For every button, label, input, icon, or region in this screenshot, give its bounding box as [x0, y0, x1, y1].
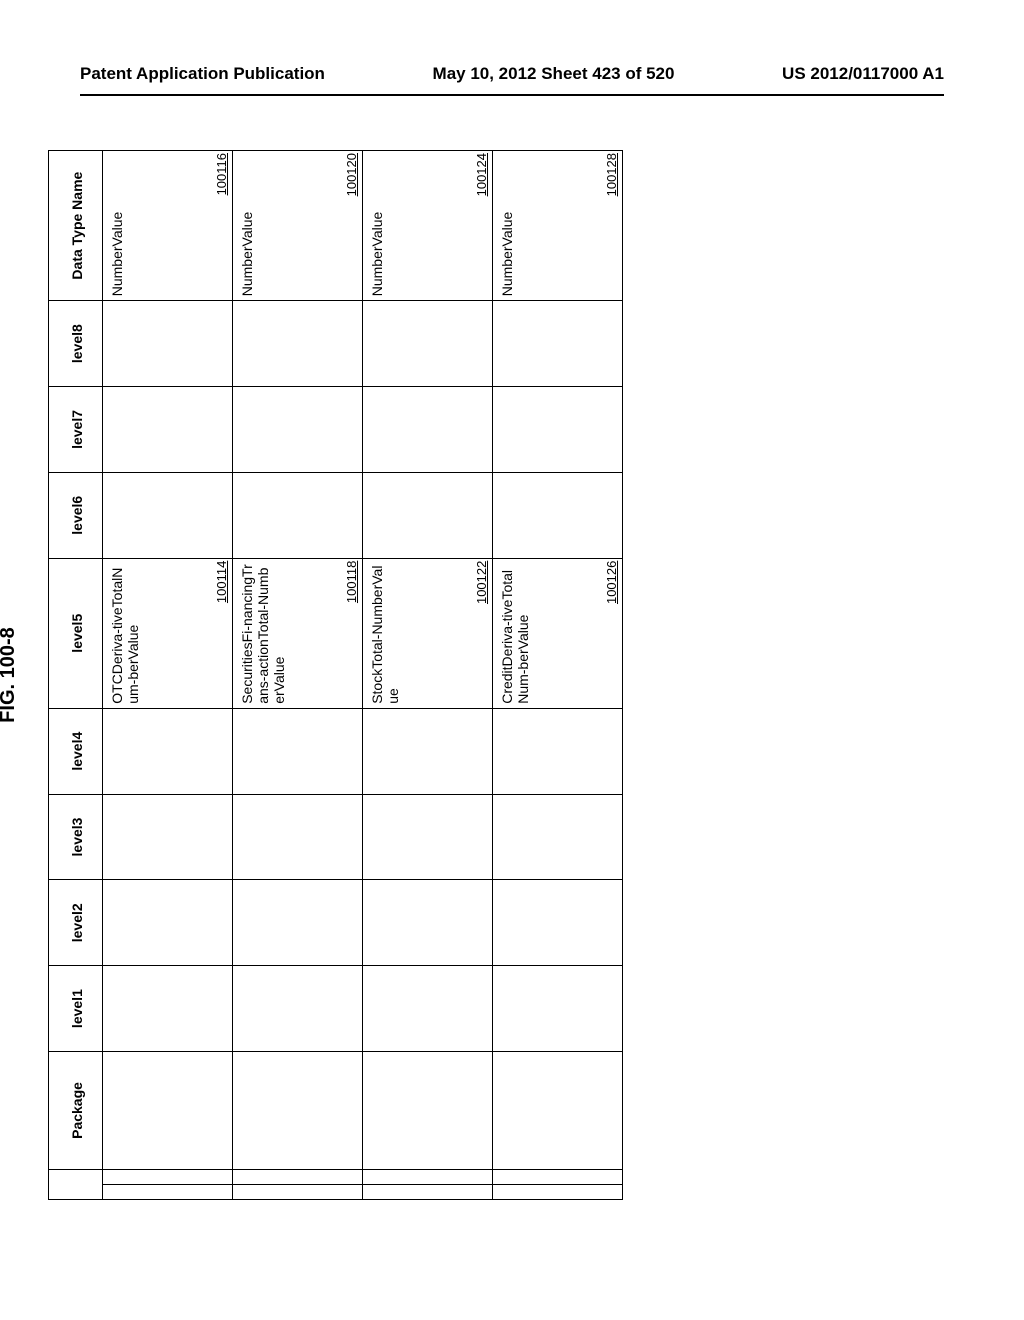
header-rule	[80, 94, 944, 96]
reference-number: 100120	[345, 153, 360, 196]
header-right: US 2012/0117000 A1	[782, 64, 944, 84]
narrow-cell	[233, 1169, 363, 1184]
cell-level1	[103, 966, 233, 1052]
data-table: Package level1 level2 level3 level4 leve…	[48, 150, 623, 1200]
cell-level7	[363, 387, 493, 473]
cell-level5: OTCDeriva-tiveTotalNum-berValue 100114	[103, 558, 233, 708]
cell-data-type: NumberValue 100120	[233, 151, 363, 301]
cell-level5: SecuritiesFi-nancingTrans-actionTotal-Nu…	[233, 558, 363, 708]
table-row: OTCDeriva-tiveTotalNum-berValue 100114 N…	[103, 151, 233, 1200]
narrow-cell	[363, 1169, 493, 1184]
reference-number: 100128	[605, 153, 620, 196]
cell-level4	[493, 708, 623, 794]
cell-level8	[103, 301, 233, 387]
col-level6: level6	[49, 472, 103, 558]
cell-package	[233, 1051, 363, 1169]
cell-level6	[363, 472, 493, 558]
cell-level6	[233, 472, 363, 558]
col-data-type: Data Type Name	[49, 151, 103, 301]
cell-level6	[493, 472, 623, 558]
cell-text: NumberValue	[499, 212, 515, 297]
col-package: Package	[49, 1051, 103, 1169]
reference-number: 100118	[345, 561, 360, 603]
cell-level3	[233, 794, 363, 880]
cell-level5: CreditDeriva-tiveTotalNum-berValue 10012…	[493, 558, 623, 708]
cell-text: NumberValue	[239, 212, 255, 297]
cell-data-type: NumberValue 100124	[363, 151, 493, 301]
cell-level2	[233, 880, 363, 966]
table-row: StockTotal-NumberValue 100122 NumberValu…	[363, 151, 493, 1200]
col-level7: level7	[49, 387, 103, 473]
reference-number: 100124	[475, 153, 490, 196]
cell-level6	[103, 472, 233, 558]
cell-level4	[363, 708, 493, 794]
cell-package	[493, 1051, 623, 1169]
narrow-cell	[233, 1184, 363, 1199]
cell-level1	[493, 966, 623, 1052]
table-row: SecuritiesFi-nancingTrans-actionTotal-Nu…	[233, 151, 363, 1200]
cell-level5: StockTotal-NumberValue 100122	[363, 558, 493, 708]
cell-level2	[103, 880, 233, 966]
narrow-cell	[103, 1184, 233, 1199]
cell-level2	[363, 880, 493, 966]
reference-number: 100122	[475, 561, 490, 604]
cell-level3	[103, 794, 233, 880]
cell-level8	[363, 301, 493, 387]
cell-level7	[103, 387, 233, 473]
cell-level3	[363, 794, 493, 880]
narrow-cell	[363, 1184, 493, 1199]
figure-rotated-container: FIG. 100-8 Package level1 level2 level3 …	[0, 163, 1024, 1187]
cell-level4	[103, 708, 233, 794]
cell-level7	[233, 387, 363, 473]
table-header-row: Package level1 level2 level3 level4 leve…	[49, 151, 103, 1200]
cell-level2	[493, 880, 623, 966]
cell-text: OTCDeriva-tiveTotalNum-berValue	[109, 568, 141, 704]
cell-level1	[363, 966, 493, 1052]
cell-text: CreditDeriva-tiveTotalNum-berValue	[499, 570, 531, 704]
narrow-cell	[103, 1169, 233, 1184]
cell-level1	[233, 966, 363, 1052]
reference-number: 100114	[215, 561, 230, 603]
cell-text: SecuritiesFi-nancingTrans-actionTotal-Nu…	[239, 564, 287, 704]
cell-text: StockTotal-NumberValue	[369, 566, 401, 704]
col-level8: level8	[49, 301, 103, 387]
narrow-cell	[493, 1184, 623, 1199]
cell-level8	[493, 301, 623, 387]
cell-data-type: NumberValue 100128	[493, 151, 623, 301]
col-level5: level5	[49, 558, 103, 708]
cell-package	[103, 1051, 233, 1169]
header-left: Patent Application Publication	[80, 64, 325, 84]
narrow-header	[49, 1169, 103, 1199]
col-level2: level2	[49, 880, 103, 966]
col-level4: level4	[49, 708, 103, 794]
cell-level3	[493, 794, 623, 880]
table-row: CreditDeriva-tiveTotalNum-berValue 10012…	[493, 151, 623, 1200]
narrow-cell	[493, 1169, 623, 1184]
col-level1: level1	[49, 966, 103, 1052]
reference-number: 100116	[215, 153, 230, 195]
cell-level7	[493, 387, 623, 473]
col-level3: level3	[49, 794, 103, 880]
cell-data-type: NumberValue 100116	[103, 151, 233, 301]
page-header: Patent Application Publication May 10, 2…	[0, 64, 1024, 84]
cell-text: NumberValue	[109, 212, 125, 297]
cell-level4	[233, 708, 363, 794]
cell-level8	[233, 301, 363, 387]
reference-number: 100126	[605, 561, 620, 604]
figure-title: FIG. 100-8	[0, 150, 20, 1200]
cell-package	[363, 1051, 493, 1169]
cell-text: NumberValue	[369, 212, 385, 297]
header-center: May 10, 2012 Sheet 423 of 520	[433, 64, 675, 84]
